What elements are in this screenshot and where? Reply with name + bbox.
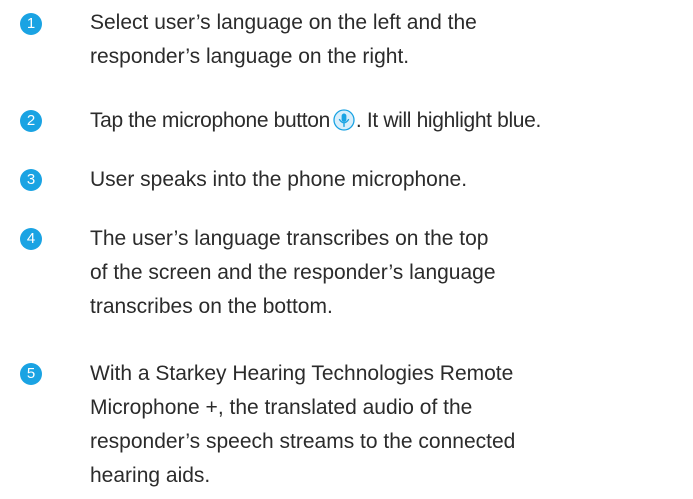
step-text-line: transcribes on the bottom. — [90, 295, 333, 318]
step-text: User speaks into the phone microphone. — [90, 163, 690, 197]
step-text: Tap the microphone button . It will highl… — [90, 104, 690, 138]
step-text: With a Starkey Hearing Technologies Remo… — [90, 357, 690, 493]
step-text: The user’s language transcribes on the t… — [90, 222, 690, 324]
step-text-line: responder’s language on the right. — [90, 45, 410, 68]
step-text-after-icon: . It will highlight blue. — [355, 109, 541, 132]
step-text-before-icon: Tap the microphone button — [90, 109, 330, 132]
step-text-line: Select user’s language on the left and t… — [90, 11, 477, 34]
step-text-line: User speaks into the phone microphone. — [90, 168, 468, 191]
step-text-line: With a Starkey Hearing Technologies Remo… — [90, 362, 514, 385]
step-text-line: The user’s language transcribes on the t… — [90, 227, 489, 250]
step-number-badge: 5 — [20, 363, 42, 385]
step-text: Select user’s language on the left and t… — [90, 6, 690, 74]
step-number-badge: 3 — [20, 169, 42, 191]
step-number-badge: 4 — [20, 228, 42, 250]
microphone-icon — [333, 109, 355, 131]
step-text-line: of the screen and the responder’s langua… — [90, 261, 496, 284]
step-number-badge: 1 — [20, 13, 42, 35]
step-text-line: Microphone +, the translated audio of th… — [90, 396, 473, 419]
step-text-line: responder’s speech streams to the connec… — [90, 430, 516, 453]
instruction-steps-list: 1 Select user’s language on the left and… — [0, 0, 693, 499]
step-number-badge: 2 — [20, 110, 42, 132]
step-text-line: hearing aids. — [90, 464, 211, 487]
step-text-line: Tap the microphone button . It will highl… — [90, 104, 690, 138]
